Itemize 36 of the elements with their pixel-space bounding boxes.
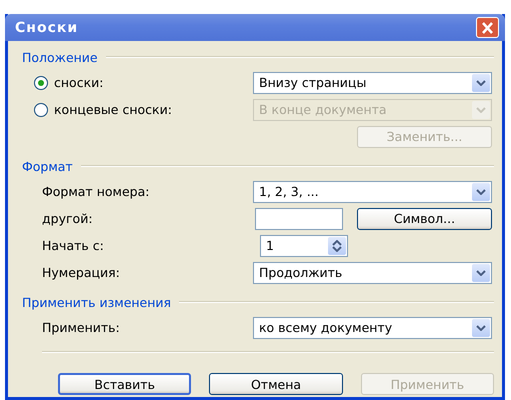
dropdown[interactable]: Продолжить	[253, 262, 492, 284]
section-heading: Формат	[22, 158, 73, 174]
radio-button[interactable]	[34, 102, 48, 116]
input-field[interactable]	[255, 208, 343, 230]
field-label: концевые сноски:	[54, 102, 172, 117]
field-label: Нумерация:	[42, 265, 120, 280]
dropdown[interactable]: ко всему документу	[253, 316, 492, 338]
dialog-button[interactable]: Вставить	[58, 373, 192, 395]
dropdown[interactable]: Внизу страницы	[253, 72, 492, 94]
dropdown[interactable]: 1, 2, 3, ...	[253, 180, 492, 202]
section-heading: Положение	[22, 50, 98, 64]
spinner-field[interactable]: 1	[260, 234, 348, 256]
chevron-down-icon	[476, 80, 486, 86]
chevron-down-icon	[476, 324, 486, 330]
field-label: другой:	[42, 211, 93, 226]
field-label: сноски:	[54, 75, 104, 90]
field-label: Применить:	[42, 320, 120, 335]
dropdown-value: 1, 2, 3, ...	[259, 184, 319, 199]
button[interactable]: Символ...	[357, 208, 492, 230]
close-icon	[481, 22, 494, 34]
chevron-down-icon	[476, 106, 486, 112]
spinner-value: 1	[266, 238, 274, 253]
dropdown-value: Продолжить	[259, 265, 342, 280]
field-label: Начать с:	[42, 238, 104, 253]
dialog-button[interactable]: Отмена	[209, 373, 343, 395]
radio-button[interactable]	[34, 76, 48, 90]
up-down-arrows-icon[interactable]	[332, 240, 342, 252]
field-label: Формат номера:	[42, 184, 150, 199]
window-title: Сноски	[15, 20, 78, 36]
section-heading: Применить изменения	[22, 294, 172, 310]
close-button[interactable]	[476, 17, 499, 38]
dropdown-value: ко всему документу	[259, 320, 392, 335]
dropdown-value: Внизу страницы	[259, 75, 366, 90]
chevron-down-icon	[476, 270, 486, 276]
chevron-down-icon	[476, 188, 486, 194]
dropdown-value: В конце документа	[259, 102, 387, 117]
